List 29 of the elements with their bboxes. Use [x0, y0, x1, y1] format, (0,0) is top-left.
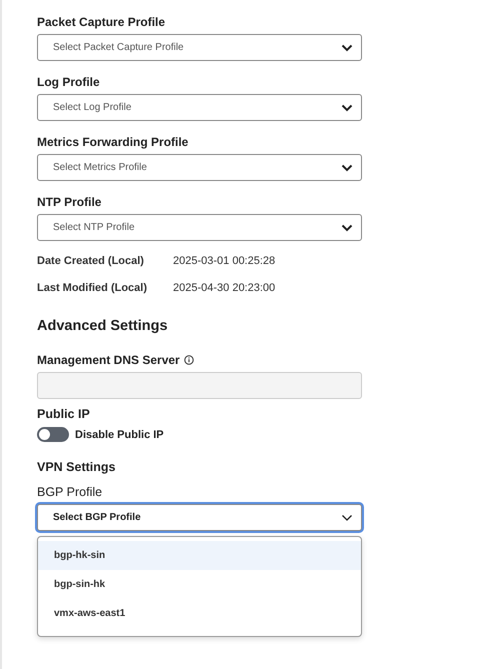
meta-label: Date Created (Local)	[37, 255, 145, 267]
section-heading: Advanced Settings	[37, 318, 168, 334]
info-icon[interactable]	[184, 355, 194, 365]
section-heading: Public IP	[37, 407, 91, 421]
chevron-down-icon	[341, 104, 353, 112]
chevron-down-icon	[341, 224, 353, 232]
field-label: Log Profile	[37, 75, 101, 89]
meta-label: Last Modified (Local)	[37, 282, 148, 294]
meta-value: 2025-03-01 00:25:28	[173, 255, 276, 267]
field-label: Metrics Forwarding Profile	[37, 135, 190, 149]
dropdown-option[interactable]: bgp-hk-sin	[38, 541, 361, 570]
chevron-down-icon	[341, 514, 353, 522]
dropdown-option[interactable]: vmx-aws-east1	[38, 599, 361, 628]
section-heading: VPN Settings	[37, 460, 116, 474]
select-dropdown[interactable]: Select Packet Capture Profile	[37, 34, 362, 61]
field-label: Management DNS Server	[37, 353, 180, 367]
field-label: NTP Profile	[37, 195, 102, 209]
toggle-label: Disable Public IP	[75, 428, 164, 440]
dropdown-option[interactable]: bgp-sin-hk	[38, 570, 361, 599]
meta-value: 2025-04-30 20:23:00	[173, 282, 276, 294]
select-dropdown[interactable]: Select BGP Profile	[37, 504, 362, 531]
select-dropdown[interactable]: Select Metrics Profile	[37, 154, 362, 181]
chevron-down-icon	[341, 44, 353, 52]
select-dropdown[interactable]: Select NTP Profile	[37, 214, 362, 241]
select-dropdown[interactable]: Select Log Profile	[37, 94, 362, 121]
chevron-down-icon	[341, 164, 353, 172]
field-label: BGP Profile	[37, 485, 104, 499]
toggle-switch[interactable]	[37, 427, 69, 442]
field-label: Packet Capture Profile	[37, 15, 166, 29]
